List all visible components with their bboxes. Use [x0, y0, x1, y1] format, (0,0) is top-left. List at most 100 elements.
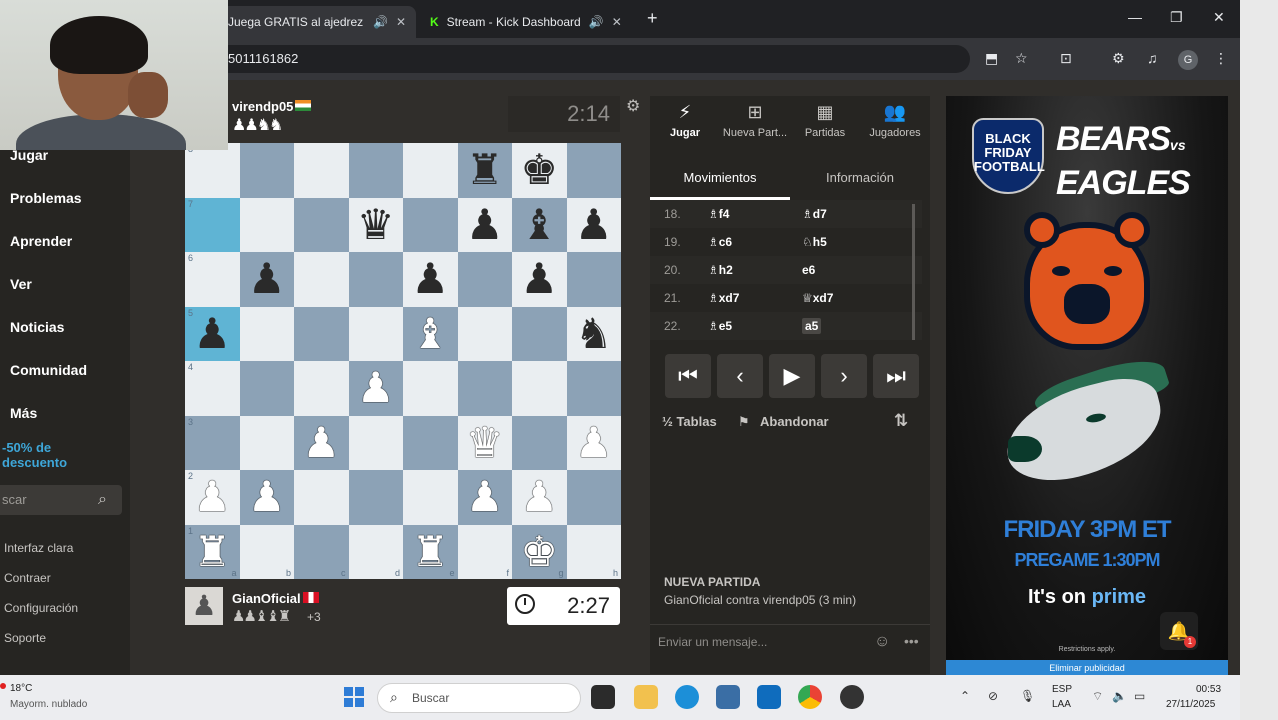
square-c2[interactable] [294, 470, 349, 525]
square-f6[interactable] [457, 252, 512, 307]
black-queen-icon[interactable]: ♛ [357, 203, 395, 246]
sidebar-search-input[interactable]: scar ⌕ [0, 485, 122, 515]
last-move-button[interactable]: ⏭ [873, 354, 919, 398]
chess-board[interactable]: 8♜♚7♛♟♝♟6♟♟♟5♟♝♞4♟3♟♛♟2♟♟♟♟1a♜bcde♜fg♚h [185, 143, 621, 579]
square-a4[interactable]: 4 [185, 361, 240, 416]
square-d8[interactable] [348, 143, 403, 198]
input-language[interactable]: ESP [1052, 684, 1072, 695]
square-a1[interactable]: 1 a ♜ [185, 524, 240, 579]
black-move[interactable]: ♘h5 [802, 235, 827, 249]
tray-chevron-icon[interactable]: ⌃ [960, 689, 970, 703]
tab-players[interactable]: 👥 Jugadores [860, 102, 930, 139]
square-f2[interactable]: ♟ [457, 470, 512, 525]
square-a6[interactable]: 6 [185, 252, 240, 307]
square-b8[interactable] [239, 143, 294, 198]
task-view-icon[interactable] [591, 685, 615, 709]
square-d1[interactable]: d [348, 524, 403, 579]
volume-icon[interactable]: 🔈 [1112, 689, 1127, 703]
edge-icon[interactable] [675, 685, 699, 709]
square-h1[interactable]: h [566, 524, 621, 579]
square-b7[interactable] [239, 197, 294, 252]
square-g7[interactable]: ♝ [512, 197, 567, 252]
white-pawn-icon[interactable]: ♟ [248, 476, 286, 518]
tab-chess[interactable]: Juega GRATIS al ajedrez onl 🔊 ✕ [218, 6, 416, 38]
white-move[interactable]: ♗f4 [708, 207, 729, 221]
square-h4[interactable] [566, 361, 621, 416]
menu-dots-icon[interactable]: ⋮ [1214, 50, 1228, 67]
restore-icon[interactable]: ❐ [1170, 9, 1183, 26]
previous-move-button[interactable]: ‹ [717, 354, 763, 398]
black-pawn-icon[interactable]: ♟ [466, 203, 504, 246]
close-window-icon[interactable]: ✕ [1213, 9, 1225, 26]
square-h5[interactable]: ♞ [566, 306, 621, 361]
white-pawn-icon[interactable]: ♟ [302, 421, 340, 464]
square-g8[interactable]: ♚ [512, 143, 567, 198]
white-pawn-icon[interactable]: ♟ [357, 367, 395, 409]
black-pawn-icon[interactable]: ♟ [248, 258, 286, 300]
sidebar-item-problemas[interactable]: Problemas [10, 190, 82, 206]
black-pawn-icon[interactable]: ♟ [520, 258, 558, 300]
sidebar-link-support[interactable]: Soporte [4, 631, 46, 645]
square-c8[interactable] [294, 143, 349, 198]
bookmark-star-icon[interactable]: ☆ [1015, 50, 1028, 67]
close-icon[interactable]: ✕ [396, 15, 406, 29]
square-a7[interactable]: 7 [185, 197, 240, 252]
discount-link[interactable]: -50% de descuento [2, 440, 112, 470]
tray-mic-icon[interactable]: 🎙 [1020, 689, 1035, 703]
square-d3[interactable] [348, 415, 403, 470]
square-b4[interactable] [239, 361, 294, 416]
square-e2[interactable] [403, 470, 458, 525]
player-name[interactable]: GianOficial [232, 591, 301, 606]
subtab-info[interactable]: Información [790, 170, 930, 185]
square-a3[interactable]: 3 [185, 415, 240, 470]
sidebar-link-collapse[interactable]: Contraer [4, 571, 51, 585]
advertisement[interactable]: BLACK FRIDAY FOOTBALL BEARSvs EAGLES FRI… [946, 96, 1228, 676]
white-move[interactable]: ♗c6 [708, 235, 732, 249]
square-c6[interactable] [294, 252, 349, 307]
square-c5[interactable] [294, 306, 349, 361]
square-g1[interactable]: g ♚ [512, 524, 567, 579]
tab-games[interactable]: ▦ Partidas [790, 102, 860, 139]
url-field[interactable]: 5011161862 [150, 45, 970, 73]
white-queen-icon[interactable]: ♛ [466, 421, 504, 464]
board-settings-gear-icon[interactable]: ⚙ [626, 96, 640, 116]
square-e7[interactable] [403, 197, 458, 252]
white-king-icon[interactable]: ♚ [520, 530, 558, 573]
taskbar-search[interactable]: ⌕ Buscar [377, 683, 581, 713]
square-f4[interactable] [457, 361, 512, 416]
white-bishop-icon[interactable]: ♝ [411, 312, 449, 355]
square-d5[interactable] [348, 306, 403, 361]
media-icon[interactable]: ♫ [1147, 50, 1158, 66]
black-pawn-icon[interactable]: ♟ [575, 203, 613, 246]
square-f3[interactable]: ♛ [457, 415, 512, 470]
close-icon[interactable]: ✕ [612, 15, 622, 29]
square-h7[interactable]: ♟ [566, 197, 621, 252]
square-b6[interactable]: ♟ [239, 252, 294, 307]
square-b1[interactable]: b [239, 524, 294, 579]
speaker-icon[interactable]: 🔊 [589, 15, 604, 29]
player-avatar-pawn-icon[interactable]: ♟ [185, 587, 223, 625]
outlook-icon[interactable] [757, 685, 781, 709]
sidebar-item-aprender[interactable]: Aprender [10, 233, 72, 249]
square-c3[interactable]: ♟ [294, 415, 349, 470]
sidebar-link-settings[interactable]: Configuración [4, 601, 78, 615]
sidebar-item-noticias[interactable]: Noticias [10, 319, 64, 335]
minimize-icon[interactable]: — [1128, 9, 1142, 25]
square-d2[interactable] [348, 470, 403, 525]
square-g2[interactable]: ♟ [512, 470, 567, 525]
taskbar-date[interactable]: 27/11/2025 [1166, 699, 1215, 710]
black-knight-icon[interactable]: ♞ [575, 312, 613, 355]
white-move[interactable]: ♗e5 [708, 319, 732, 333]
square-a8[interactable]: 8 [185, 143, 240, 198]
square-f1[interactable]: f [457, 524, 512, 579]
square-a5[interactable]: 5 ♟ [185, 306, 240, 361]
extensions-icon[interactable]: ⚙ [1112, 50, 1125, 67]
store-icon[interactable] [716, 685, 740, 709]
black-pawn-icon[interactable]: ♟ [411, 258, 449, 300]
square-h3[interactable]: ♟ [566, 415, 621, 470]
black-pawn-icon[interactable]: ♟ [193, 312, 231, 355]
next-move-button[interactable]: › [821, 354, 867, 398]
black-move[interactable]: ♕xd7 [802, 291, 833, 305]
chrome-icon[interactable] [798, 685, 822, 709]
obs-icon[interactable] [840, 685, 864, 709]
